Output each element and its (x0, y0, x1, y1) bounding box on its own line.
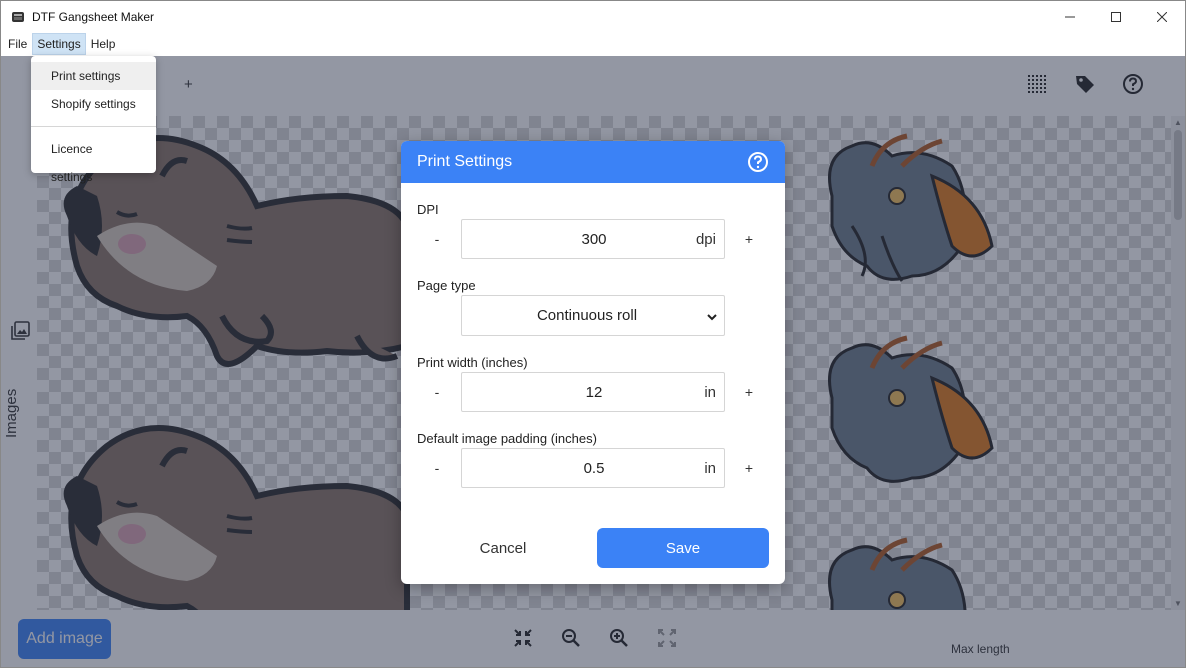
menu-licence-settings[interactable]: Licence settings (31, 135, 156, 184)
dpi-decrement-button[interactable]: - (427, 231, 447, 247)
print-width-decrement-button[interactable]: - (427, 384, 447, 400)
chevron-down-icon (706, 310, 718, 328)
close-button[interactable] (1139, 1, 1185, 32)
print-width-value: 12 (585, 383, 603, 401)
maximize-button[interactable] (1093, 1, 1139, 32)
print-width-unit: in (704, 383, 716, 401)
menu-print-settings[interactable]: Print settings (31, 62, 156, 90)
minimize-icon (1065, 16, 1075, 17)
minimize-button[interactable] (1047, 1, 1093, 32)
page-type-label: Page type (417, 278, 476, 293)
dpi-value: 300 (581, 230, 607, 248)
dpi-label: DPI (417, 202, 439, 217)
padding-decrement-button[interactable]: - (427, 460, 447, 476)
dpi-input[interactable]: 300 dpi (461, 219, 725, 259)
print-width-input[interactable]: 12 in (461, 372, 725, 412)
dpi-unit: dpi (695, 230, 716, 248)
dialog-header: Print Settings (401, 141, 785, 183)
menu-file[interactable]: File (3, 33, 32, 55)
app-icon (10, 9, 26, 25)
settings-dropdown-menu: Print settings Shopify settings Licence … (31, 56, 156, 184)
page-type-select[interactable]: Continuous roll (461, 295, 725, 336)
padding-input[interactable]: 0.5 in (461, 448, 725, 488)
print-width-increment-button[interactable]: + (739, 384, 759, 400)
dialog-help-icon[interactable] (747, 151, 769, 173)
menu-separator (31, 126, 156, 127)
print-width-label: Print width (inches) (417, 355, 528, 370)
menu-bar: File Settings Help (0, 32, 1186, 56)
menu-settings[interactable]: Settings (32, 33, 86, 55)
padding-unit: in (704, 459, 716, 477)
window-title: DTF Gangsheet Maker (32, 9, 155, 24)
save-button[interactable]: Save (597, 528, 769, 568)
padding-label: Default image padding (inches) (417, 431, 597, 446)
menu-help[interactable]: Help (86, 33, 121, 55)
cancel-button[interactable]: Cancel (453, 528, 553, 568)
close-icon (1157, 11, 1167, 22)
window-controls (1047, 1, 1185, 32)
maximize-icon (1111, 11, 1121, 22)
padding-increment-button[interactable]: + (739, 460, 759, 476)
menu-shopify-settings[interactable]: Shopify settings (31, 90, 156, 118)
dpi-increment-button[interactable]: + (739, 231, 759, 247)
title-bar: DTF Gangsheet Maker (0, 0, 1186, 32)
dialog-title: Print Settings (417, 153, 513, 170)
print-settings-dialog: Print Settings DPI - 300 dpi + Page type… (401, 141, 785, 584)
padding-value: 0.5 (583, 459, 605, 477)
page-type-value: Continuous roll (536, 307, 638, 324)
